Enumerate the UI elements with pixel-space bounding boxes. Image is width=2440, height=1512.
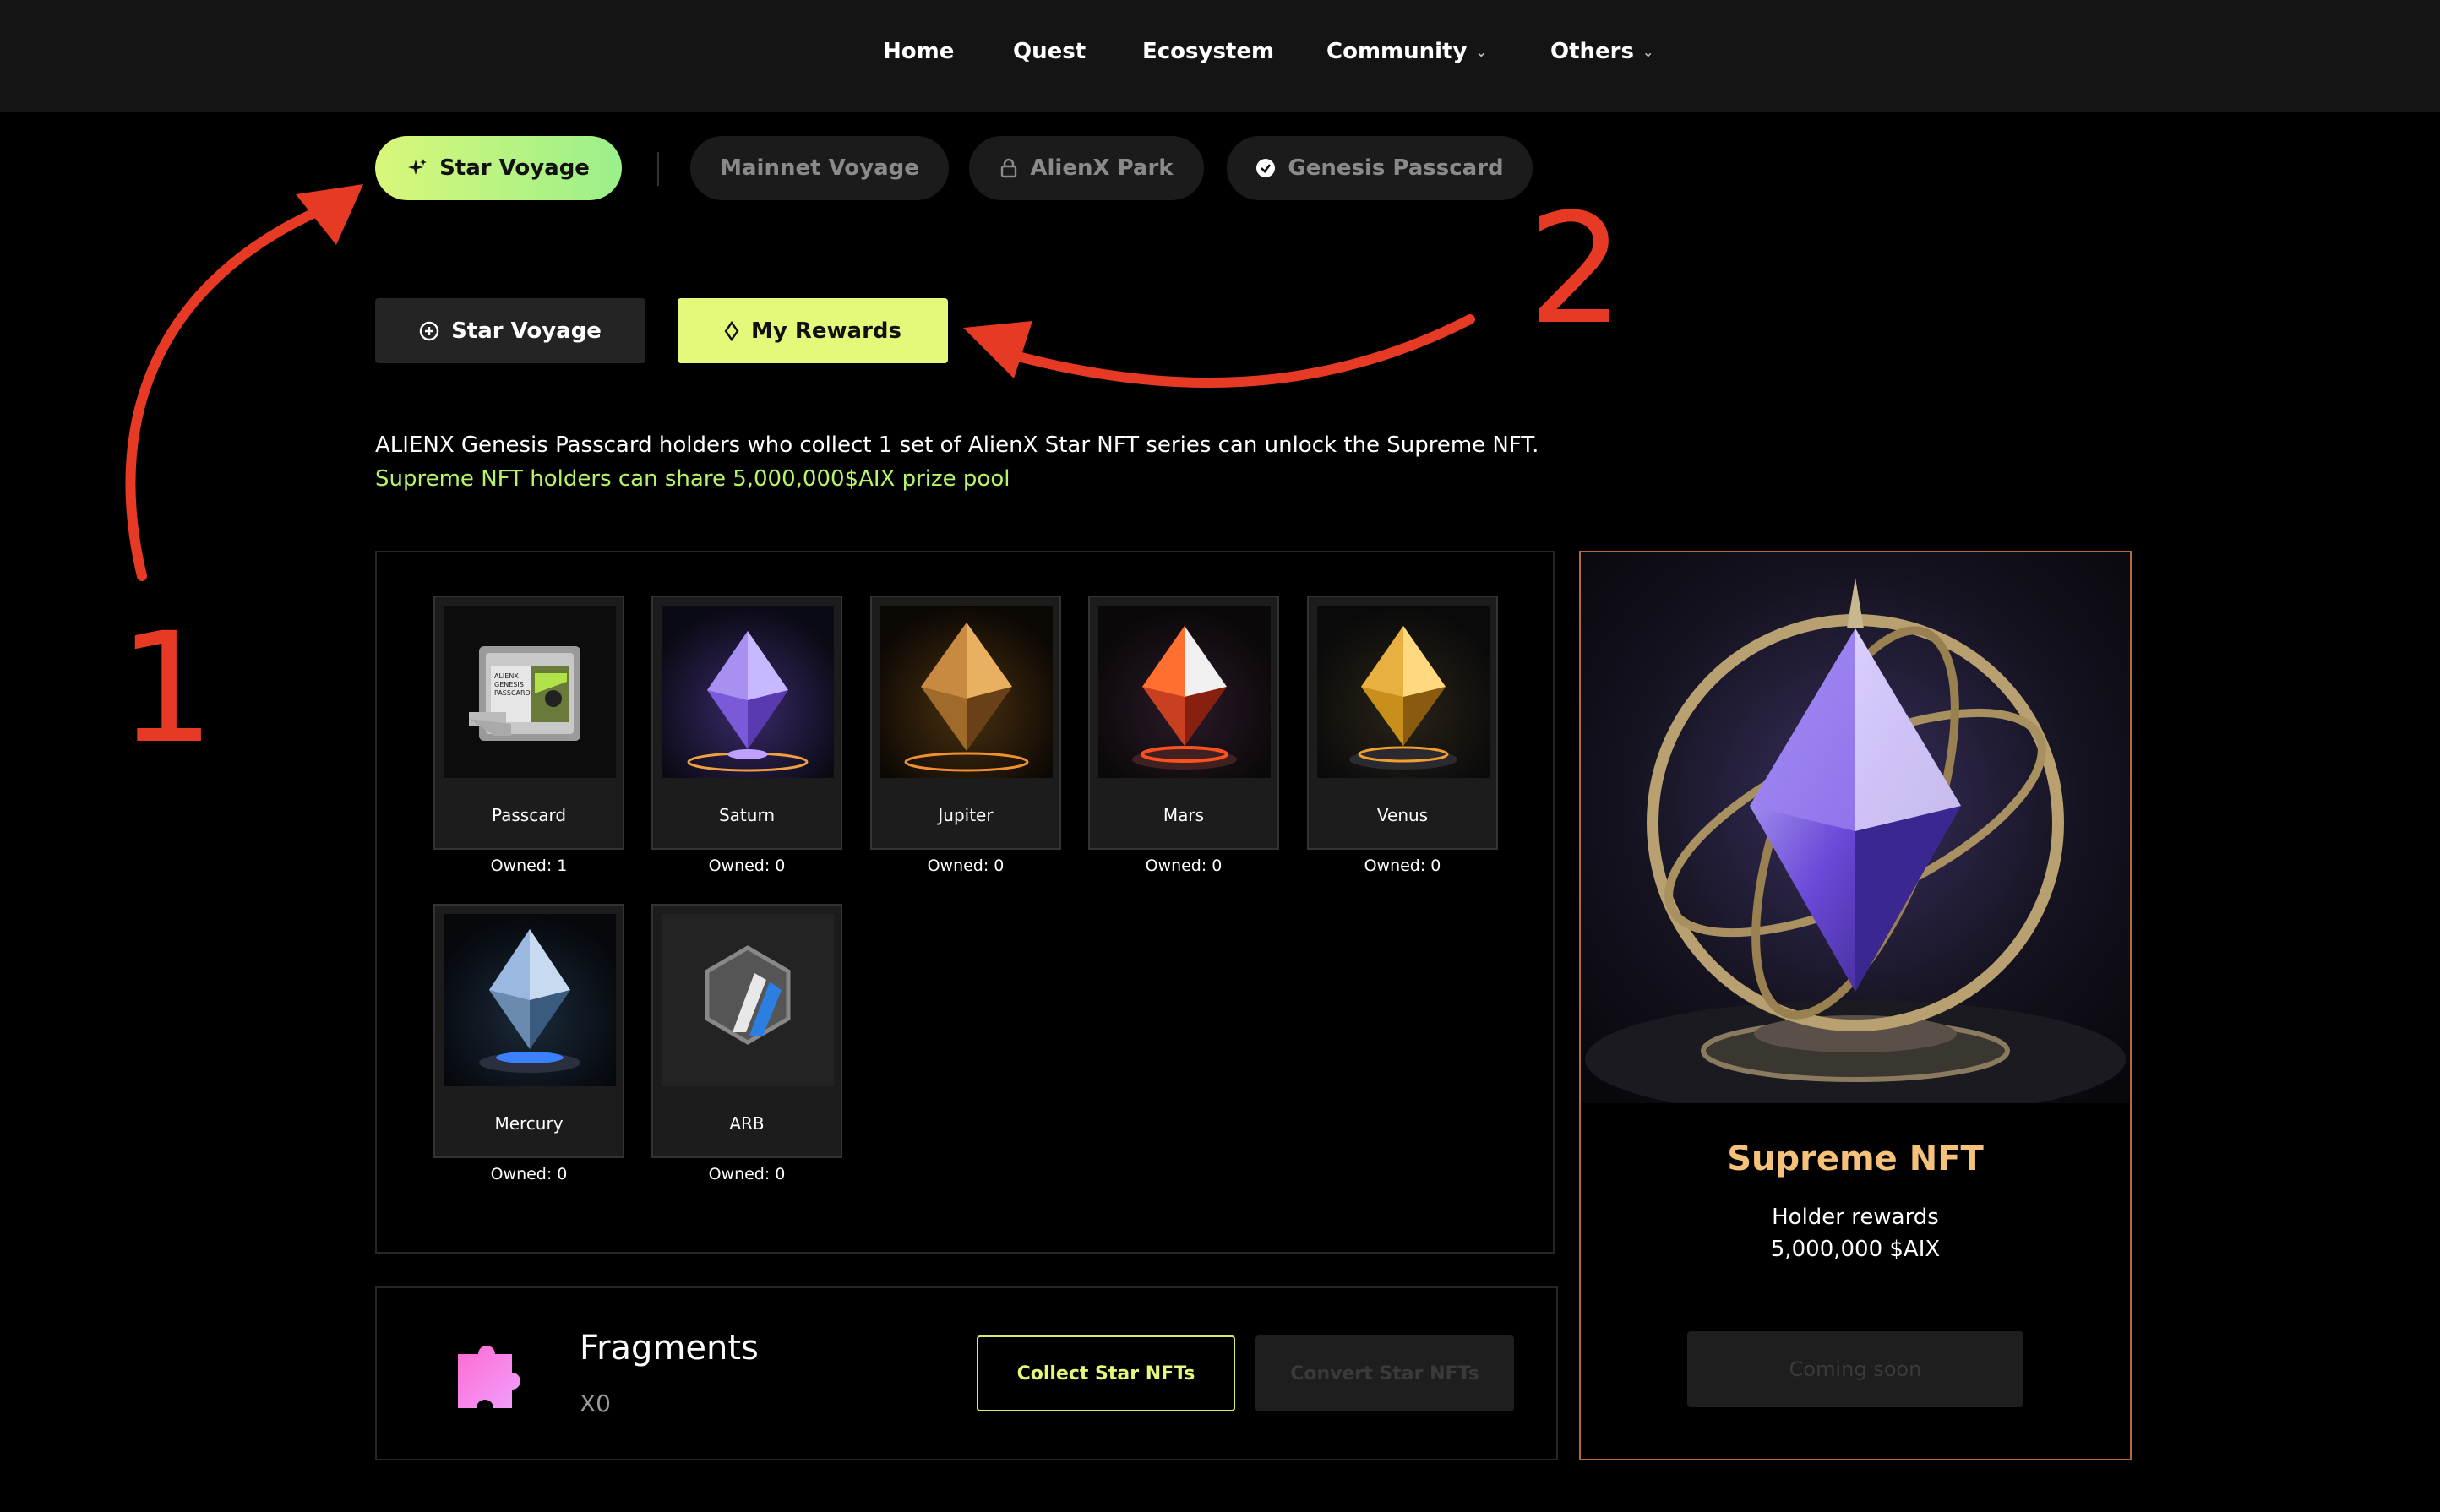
nft-card-jupiter[interactable]: Jupiter [870, 596, 1061, 850]
annotation-number-2: 2 [1528, 182, 1625, 358]
nav-home[interactable]: Home [883, 39, 954, 64]
nav-others-label: Others [1550, 39, 1634, 64]
nft-collection-panel: ALIENX GENESIS PASSCARD Passcard Owned: … [375, 551, 1555, 1254]
annotation-arrow-2 [1000, 314, 1475, 389]
nft-image-saturn [662, 606, 834, 778]
nft-image-arb [662, 914, 834, 1086]
svg-text:ALIENX: ALIENX [494, 672, 519, 680]
holder-rewards-amount: 5,000,000 $AIX [1770, 1237, 1941, 1262]
annotation-number-1: 1 [118, 601, 215, 777]
collect-star-nfts-button[interactable]: Collect Star NFTs [977, 1335, 1235, 1411]
nft-image-jupiter [880, 606, 1053, 778]
annotation-arrowhead-1 [296, 184, 363, 245]
holder-rewards-label: Holder rewards [1772, 1205, 1939, 1230]
nft-name: ARB [729, 1113, 765, 1134]
nft-card-mercury[interactable]: Mercury [433, 904, 624, 1158]
subtab-my-rewards-label: My Rewards [750, 318, 901, 344]
tab-mainnet-voyage-label: Mainnet Voyage [720, 155, 919, 181]
svg-text:PASSCARD: PASSCARD [494, 689, 531, 697]
top-navigation: Home Quest Ecosystem Community ⌄ Others ⌄ [0, 0, 2440, 112]
nft-name: Saturn [718, 805, 775, 825]
nav-others[interactable]: Others ⌄ [1550, 39, 1653, 64]
convert-star-nfts-button[interactable]: Convert Star NFTs [1255, 1335, 1514, 1411]
rewards-description: ALIENX Genesis Passcard holders who coll… [375, 432, 1539, 458]
supreme-nft-image [1581, 552, 2130, 1103]
annotation-arrow-1 [125, 198, 343, 581]
subtab-star-voyage[interactable]: Star Voyage [375, 298, 645, 363]
nft-image-venus [1317, 606, 1490, 778]
fragments-title: Fragments [580, 1329, 759, 1368]
nft-card-arb[interactable]: ARB [651, 904, 842, 1158]
nft-owned-count: Owned: 0 [1145, 857, 1223, 875]
tab-genesis-passcard-label: Genesis Passcard [1288, 155, 1504, 181]
fragments-panel: Fragments X0 Collect Star NFTs Convert S… [375, 1286, 1558, 1460]
nft-image-mercury [444, 914, 616, 1086]
annotation-arrowhead-2 [963, 321, 1032, 378]
nav-quest-label: Quest [1013, 39, 1087, 64]
puzzle-icon [458, 1346, 520, 1408]
tab-genesis-passcard[interactable]: Genesis Passcard [1227, 136, 1533, 200]
nft-card-saturn[interactable]: Saturn [651, 596, 842, 850]
nft-owned-count: Owned: 0 [708, 1165, 786, 1183]
check-circle-icon [1256, 159, 1276, 177]
tab-alienx-park[interactable]: AlienX Park [969, 136, 1204, 200]
nft-owned-count: Owned: 0 [708, 857, 786, 875]
nft-name: Passcard [491, 805, 567, 825]
nft-name: Jupiter [938, 805, 994, 825]
tab-mainnet-voyage[interactable]: Mainnet Voyage [690, 136, 949, 200]
tab-star-voyage-label: Star Voyage [439, 155, 590, 181]
chevron-down-icon: ⌄ [1642, 43, 1654, 60]
nav-ecosystem-label: Ecosystem [1142, 39, 1275, 64]
nft-name: Venus [1376, 805, 1429, 825]
nft-card-mars[interactable]: Mars [1088, 596, 1279, 850]
nft-image-passcard: ALIENX GENESIS PASSCARD [444, 606, 616, 778]
chevron-down-icon: ⌄ [1475, 43, 1487, 60]
nav-home-label: Home [883, 39, 955, 64]
supreme-nft-panel: Supreme NFT Holder rewards 5,000,000 $AI… [1579, 551, 2132, 1460]
nft-card-venus[interactable]: Venus [1307, 596, 1498, 850]
subtab-star-voyage-label: Star Voyage [451, 318, 602, 344]
prize-pool-text: Supreme NFT holders can share 5,000,000$… [375, 466, 1010, 492]
tab-alienx-park-label: AlienX Park [1030, 155, 1174, 181]
tab-star-voyage[interactable]: Star Voyage [375, 136, 622, 200]
nft-owned-count: Owned: 0 [490, 1165, 568, 1183]
plus-circle-icon [419, 321, 439, 340]
nft-name: Mercury [494, 1113, 564, 1134]
nft-owned-count: Owned: 0 [927, 857, 1005, 875]
supreme-nft-title: Supreme NFT [1727, 1139, 1984, 1178]
nft-owned-count: Owned: 0 [1364, 857, 1441, 875]
lock-icon [1001, 158, 1017, 178]
sparkle-icon [408, 159, 428, 175]
nft-owned-count: Owned: 1 [490, 857, 568, 875]
nav-quest[interactable]: Quest [1013, 39, 1086, 64]
nft-card-passcard[interactable]: ALIENX GENESIS PASSCARD Passcard [433, 596, 624, 850]
subtab-my-rewards[interactable]: My Rewards [678, 298, 948, 363]
nft-image-mars [1098, 606, 1271, 778]
coming-soon-button[interactable]: Coming soon [1687, 1331, 2023, 1407]
svg-text:GENESIS: GENESIS [494, 681, 524, 688]
nft-name: Mars [1163, 805, 1205, 825]
diamond-icon [724, 320, 739, 341]
fragments-count: X0 [580, 1390, 611, 1417]
nav-ecosystem[interactable]: Ecosystem [1142, 39, 1274, 64]
nav-community-label: Community [1326, 39, 1468, 64]
nav-community[interactable]: Community ⌄ [1326, 39, 1487, 64]
tab-divider [657, 152, 659, 186]
